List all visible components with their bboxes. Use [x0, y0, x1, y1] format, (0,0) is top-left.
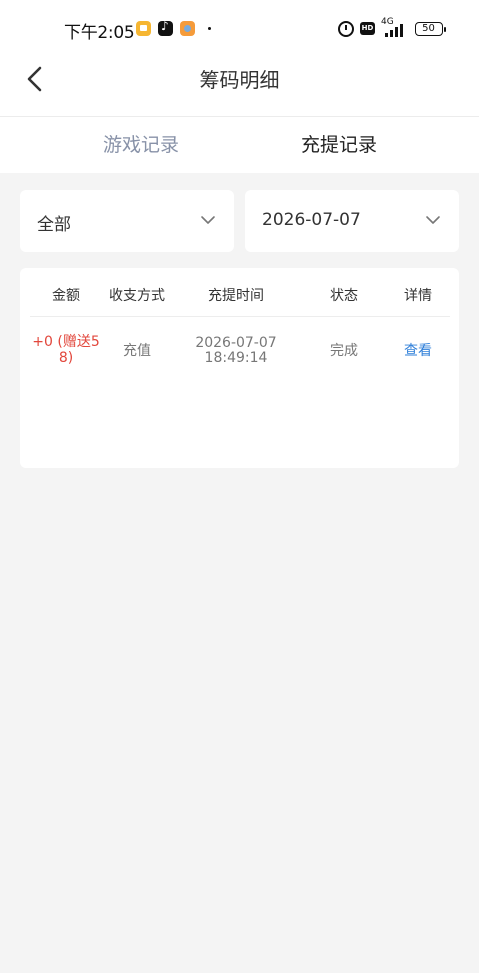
row-clock-time: 18:49:14 — [204, 350, 268, 366]
column-header-amount: 金额 — [52, 288, 80, 304]
notification-app-icon — [180, 21, 195, 36]
chevron-down-icon — [201, 216, 215, 224]
status-bar: 下午2:05 HD 4G 50 — [0, 0, 479, 56]
row-time: 2026-07-07 18:49:14 — [186, 336, 286, 366]
date-filter-value: 2026-07-07 — [262, 210, 361, 230]
hd-icon: HD — [360, 22, 375, 35]
date-filter-dropdown[interactable]: 2026-07-07 — [245, 190, 459, 252]
battery-icon: 50 — [415, 22, 443, 36]
type-filter-dropdown[interactable]: 全部 — [20, 190, 234, 252]
tab-game-records[interactable]: 游戏记录 — [61, 130, 221, 157]
records-table: 金额 收支方式 充提时间 状态 详情 +0 (赠送5 8) 充值 2026-07… — [20, 268, 459, 468]
battery-level: 50 — [422, 23, 435, 34]
row-method: 充值 — [123, 343, 151, 359]
tab-recharge-records[interactable]: 充提记录 — [259, 130, 419, 157]
column-header-method: 收支方式 — [109, 288, 165, 304]
view-detail-link[interactable]: 查看 — [388, 343, 448, 359]
tiktok-app-icon — [158, 19, 173, 36]
type-filter-value: 全部 — [37, 215, 71, 235]
signal-icon — [385, 23, 409, 37]
row-amount-line2: 8) — [58, 350, 74, 366]
divider — [0, 116, 479, 117]
more-notifications-dot-icon — [208, 27, 211, 30]
alarm-icon — [338, 21, 354, 37]
column-header-time: 充提时间 — [208, 288, 264, 304]
column-header-status: 状态 — [330, 288, 358, 304]
row-amount-line1: +0 (赠送5 — [32, 334, 100, 350]
row-amount: +0 (赠送5 8) — [30, 334, 102, 366]
battery-tip-icon — [444, 27, 446, 32]
table-header-divider — [30, 316, 450, 317]
column-header-detail: 详情 — [404, 288, 432, 304]
row-date: 2026-07-07 — [195, 335, 277, 351]
message-app-icon — [136, 21, 151, 36]
status-time: 下午2:05 — [64, 23, 135, 43]
row-status: 完成 — [330, 343, 358, 359]
page-title: 筹码明细 — [199, 68, 280, 92]
chevron-down-icon — [426, 216, 440, 224]
